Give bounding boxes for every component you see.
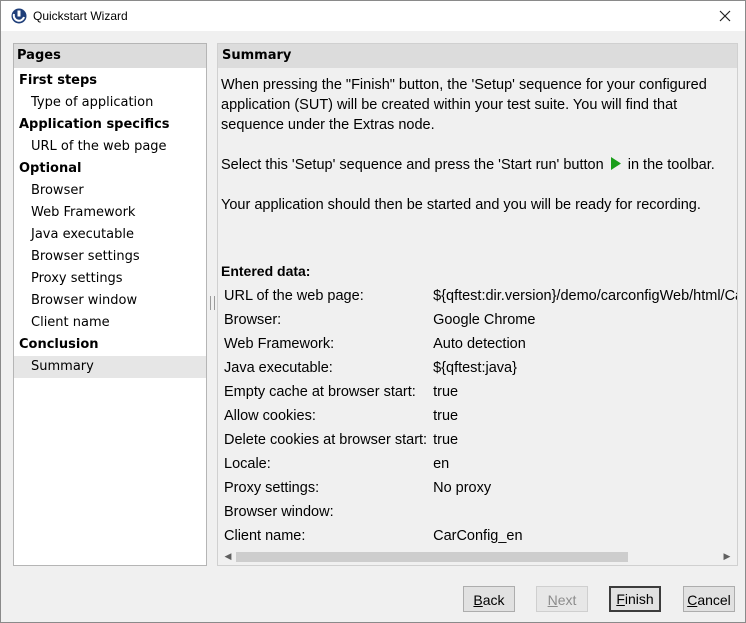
row-value: en (433, 456, 450, 472)
page-item-client-name[interactable]: Client name (14, 312, 206, 334)
row-value: true (433, 408, 459, 424)
row-key: Empty cache at browser start: (224, 384, 416, 400)
table-row: Allow cookies: true (221, 404, 737, 428)
row-value: Google Chrome (433, 312, 536, 328)
horizontal-scrollbar[interactable]: ◀ ▶ (218, 549, 737, 565)
page-item-proxy-settings[interactable]: Proxy settings (14, 268, 206, 290)
pages-panel: Pages First steps Type of application Appl… (13, 43, 207, 566)
row-value: ${qftest:java} (433, 360, 517, 376)
page-item-url-of-the-web-page[interactable]: URL of the web page (14, 136, 206, 158)
intro-line-3: sequence under the Extras node. (221, 117, 435, 133)
row-value: CarConfig_en (433, 528, 523, 544)
page-item-browser-window[interactable]: Browser window (14, 290, 206, 312)
ready-line: Your application should then be started … (221, 197, 701, 213)
table-row: Java executable: ${qftest:java} (221, 356, 737, 380)
window-title: Quickstart Wizard (33, 9, 128, 23)
row-value: Auto detection (433, 336, 526, 352)
instruction-text-before: Select this 'Setup' sequence and press t… (221, 157, 604, 173)
table-row: Locale: en (221, 452, 737, 476)
instruction-line: Select this 'Setup' sequence and press t… (221, 155, 735, 175)
page-item-first-steps[interactable]: First steps (14, 70, 206, 92)
summary-panel: Summary When pressing the "Finish" butto… (217, 43, 738, 566)
row-key: Web Framework: (224, 336, 335, 352)
close-icon (719, 10, 731, 22)
page-item-conclusion[interactable]: Conclusion (14, 334, 206, 356)
app-logo-icon (11, 8, 27, 24)
back-button[interactable]: Back (463, 586, 515, 612)
row-key: Allow cookies: (224, 408, 316, 424)
row-key: Proxy settings: (224, 480, 320, 496)
table-row: Browser window: (221, 500, 737, 524)
page-item-browser-settings[interactable]: Browser settings (14, 246, 206, 268)
scrollbar-thumb[interactable] (236, 552, 628, 562)
entered-data-table: URL of the web page: ${qftest:dir.version… (221, 284, 737, 548)
table-row: Client name: CarConfig_en (221, 524, 737, 548)
wizard-window: Quickstart Wizard Pages First steps Type … (0, 0, 746, 623)
table-row: Browser: Google Chrome (221, 308, 737, 332)
table-row: URL of the web page: ${qftest:dir.version… (221, 284, 737, 308)
page-item-summary[interactable]: Summary (14, 356, 206, 378)
summary-header: Summary (218, 44, 737, 68)
entered-data-title: Entered data: (221, 263, 311, 279)
table-row: Proxy settings: No proxy (221, 476, 737, 500)
page-item-java-executable[interactable]: Java executable (14, 224, 206, 246)
table-row: Web Framework: Auto detection (221, 332, 737, 356)
row-key: Client name: (224, 528, 306, 544)
page-item-application-specifics[interactable]: Application specifics (14, 114, 206, 136)
row-key: URL of the web page: (224, 288, 364, 304)
row-key: Locale: (224, 456, 271, 472)
page-item-type-of-application[interactable]: Type of application (14, 92, 206, 114)
intro-line-2: application (SUT) will be created within… (221, 97, 678, 113)
table-row: Delete cookies at browser start: true (221, 428, 737, 452)
splitter-handle[interactable] (210, 296, 215, 310)
row-key: Delete cookies at browser start: (224, 432, 428, 448)
row-key: Java executable: (224, 360, 333, 376)
title-bar: Quickstart Wizard (1, 1, 745, 31)
pages-header: Pages (14, 44, 206, 68)
row-value (430, 500, 737, 524)
cancel-button[interactable]: Cancel (683, 586, 735, 612)
page-item-browser[interactable]: Browser (14, 180, 206, 202)
finish-button[interactable]: Finish (609, 586, 661, 612)
scroll-left-icon[interactable]: ◀ (220, 549, 236, 565)
row-value: true (433, 384, 459, 400)
page-item-web-framework[interactable]: Web Framework (14, 202, 206, 224)
play-icon (610, 157, 621, 170)
scroll-right-icon[interactable]: ▶ (719, 549, 735, 565)
next-button[interactable]: Next (536, 586, 588, 612)
instruction-text-after: in the toolbar. (627, 157, 715, 173)
row-key: Browser window: (224, 504, 334, 520)
page-item-optional[interactable]: Optional (14, 158, 206, 180)
table-row: Empty cache at browser start: true (221, 380, 737, 404)
intro-line-1: When pressing the "Finish" button, the '… (221, 77, 707, 93)
pages-list: First steps Type of application Applicatio… (14, 68, 206, 378)
close-button[interactable] (705, 1, 745, 31)
summary-body: When pressing the "Finish" button, the '… (218, 70, 737, 550)
row-value: ${qftest:dir.version}/demo/carconfigWeb/… (433, 288, 737, 304)
row-key: Browser: (224, 312, 282, 328)
row-value: true (433, 432, 459, 448)
row-value: No proxy (433, 480, 492, 496)
